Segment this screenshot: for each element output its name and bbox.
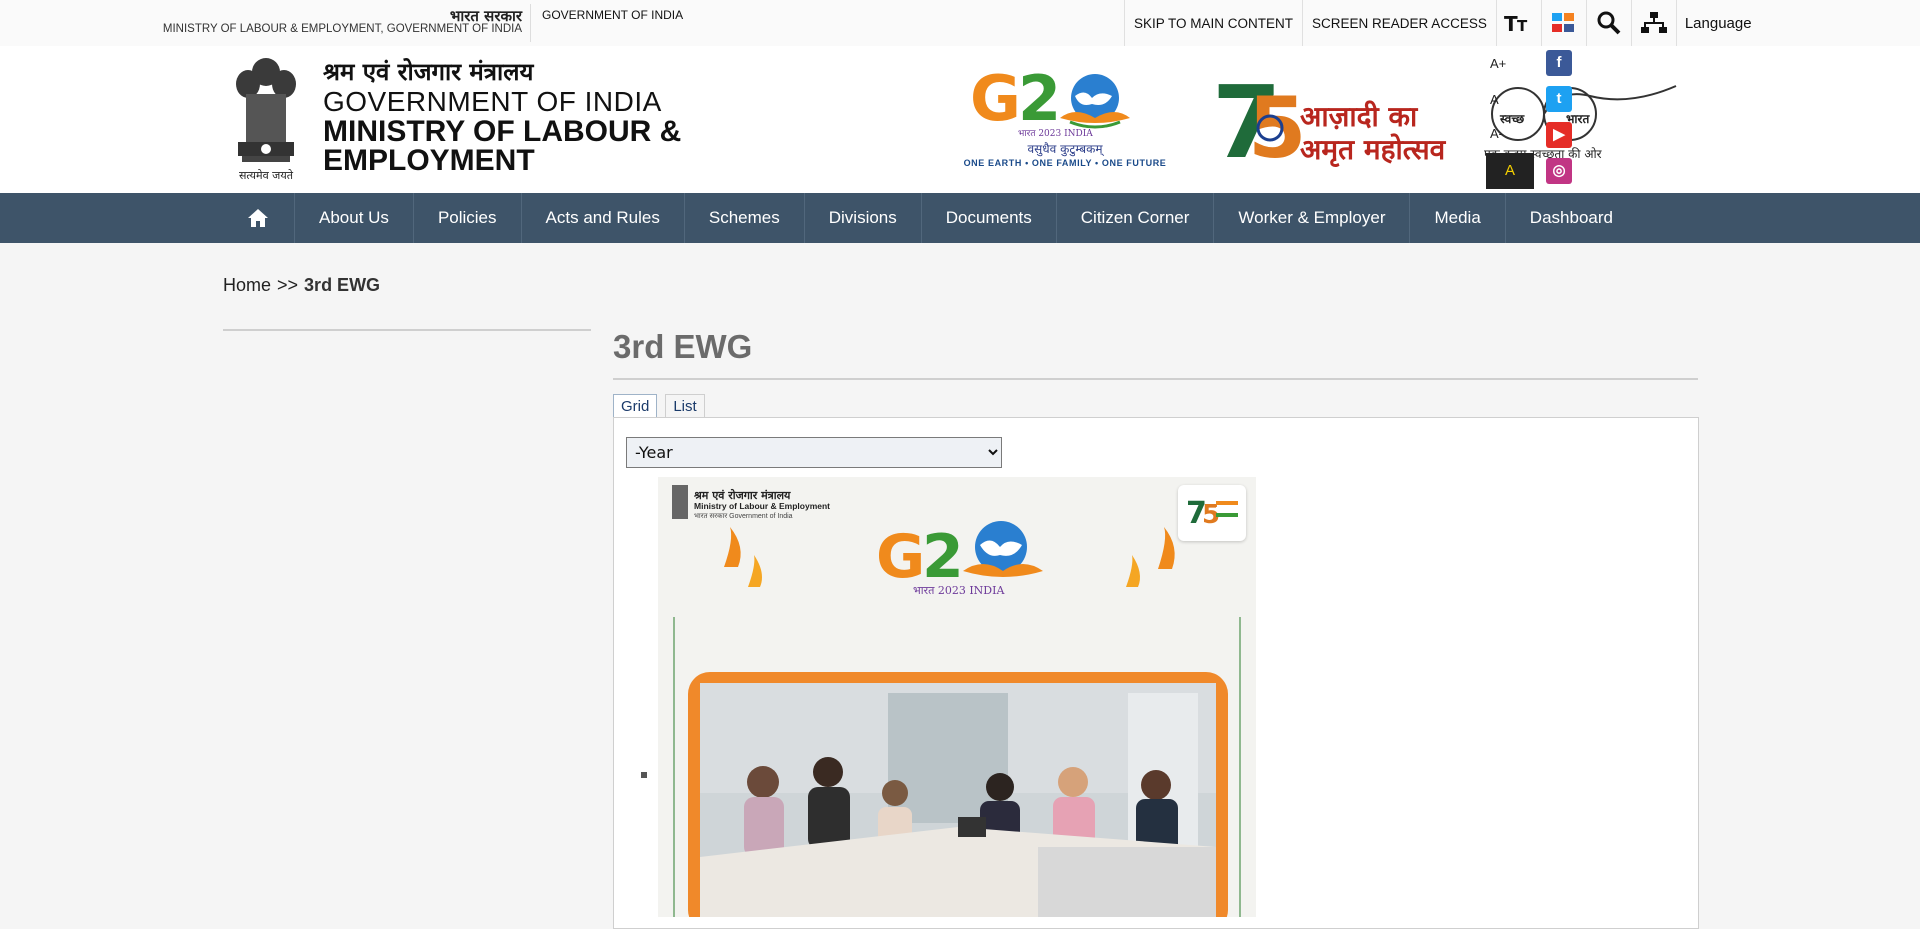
screen-reader-access-link[interactable]: SCREEN READER ACCESS xyxy=(1302,0,1496,46)
nav-item-documents[interactable]: Documents xyxy=(922,193,1057,243)
youtube-icon[interactable]: ▶ xyxy=(1546,122,1572,148)
svg-text:2: 2 xyxy=(922,522,964,592)
photo-artwork: G 2 xyxy=(658,477,1256,917)
nav-menu: About Us Policies Acts and Rules Schemes… xyxy=(222,193,1637,243)
breadcrumb-current: 3rd EWG xyxy=(304,275,381,295)
search-icon[interactable] xyxy=(1585,0,1631,46)
emblem-caption: सत्यमेव जयते xyxy=(238,169,293,182)
nav-item-policies[interactable]: Policies xyxy=(414,193,522,243)
language-selector[interactable]: Language xyxy=(1675,0,1760,46)
nav-item-media[interactable]: Media xyxy=(1410,193,1506,243)
gallery-photo[interactable]: G 2 श्रम एवं रोजगार मंत्रालय Ministry of… xyxy=(658,477,1256,917)
nav-item-worker-employer[interactable]: Worker & Employer xyxy=(1214,193,1411,243)
top-utility-bar: भारत सरकार MINISTRY OF LABOUR & EMPLOYME… xyxy=(0,0,1920,47)
photo-azadi-logo: 7 5 xyxy=(1178,485,1246,541)
azadi-text: आज़ादी का अमृत महोत्सव xyxy=(1300,100,1445,166)
text-size-icon[interactable]: T T xyxy=(1495,0,1541,46)
nav-item-acts-and-rules[interactable]: Acts and Rules xyxy=(522,193,685,243)
government-of-india-link[interactable]: GOVERNMENT OF INDIA xyxy=(542,8,683,22)
svg-text:T: T xyxy=(1517,17,1528,35)
breadcrumb-home-link[interactable]: Home xyxy=(223,275,271,296)
list-bullet xyxy=(641,772,647,778)
government-of-india-title: GOVERNMENT OF INDIA xyxy=(323,86,662,117)
photo-ministry-english: Ministry of Labour & Employment xyxy=(694,501,831,511)
home-icon[interactable] xyxy=(222,193,295,243)
font-decrease-button[interactable]: A- xyxy=(1490,126,1503,141)
g20-motto: वसुधैव कुटुम्बकम् xyxy=(1027,142,1103,156)
svg-text:G: G xyxy=(970,62,1021,135)
twitter-icon[interactable]: t xyxy=(1546,86,1572,112)
nav-item-citizen-corner[interactable]: Citizen Corner xyxy=(1057,193,1215,243)
azadi-text-line1: आज़ादी का xyxy=(1300,100,1418,133)
svg-text:2: 2 xyxy=(1018,62,1061,135)
azadi-text-line2: अमृत महोत्सव xyxy=(1300,133,1446,166)
svg-text:भारत 2023 INDIA: भारत 2023 INDIA xyxy=(1018,129,1093,139)
ministry-hindi-title: श्रम एवं रोजगार मंत्रालय xyxy=(323,58,534,86)
utility-links: SKIP TO MAIN CONTENT SCREEN READER ACCES… xyxy=(1124,0,1760,46)
tab-grid[interactable]: Grid xyxy=(613,394,658,418)
font-increase-button[interactable]: A+ xyxy=(1490,56,1506,71)
g20-tagline: ONE EARTH • ONE FAMILY • ONE FUTURE xyxy=(963,158,1167,168)
photo-government: भारत सरकार Government of India xyxy=(694,513,793,520)
font-normal-button[interactable]: A xyxy=(1490,92,1499,107)
svg-text:T: T xyxy=(1504,12,1518,35)
facebook-icon[interactable]: f xyxy=(1546,50,1572,76)
ministry-english-label: MINISTRY OF LABOUR & EMPLOYMENT, GOVERNM… xyxy=(162,23,522,35)
instagram-icon[interactable]: ◎ xyxy=(1546,158,1572,184)
high-contrast-button[interactable]: A xyxy=(1486,153,1534,189)
divider xyxy=(530,4,531,42)
page-title: 3rd EWG xyxy=(613,328,753,365)
sitemap-icon[interactable] xyxy=(1630,0,1676,46)
social-media-icon[interactable] xyxy=(1540,0,1586,46)
swachh-word: स्वच्छ xyxy=(1500,112,1525,126)
sidebar-divider xyxy=(223,329,591,331)
photo-g20-india-label: भारत 2023 INDIA xyxy=(913,584,1005,597)
title-divider xyxy=(613,378,1698,380)
tab-list[interactable]: List xyxy=(665,394,705,418)
year-select[interactable]: -Year xyxy=(626,437,1002,468)
nav-item-schemes[interactable]: Schemes xyxy=(685,193,805,243)
main-navigation: About Us Policies Acts and Rules Schemes… xyxy=(0,193,1920,243)
svg-text:G: G xyxy=(876,522,925,592)
breadcrumb-separator: >> xyxy=(277,275,299,295)
nav-item-about-us[interactable]: About Us xyxy=(295,193,414,243)
breadcrumb: Home >> 3rd EWG xyxy=(223,275,380,296)
skip-to-main-content-link[interactable]: SKIP TO MAIN CONTENT xyxy=(1124,0,1302,46)
nav-item-dashboard[interactable]: Dashboard xyxy=(1506,193,1637,243)
national-emblem-icon xyxy=(236,58,296,162)
ministry-title-line2: EMPLOYMENT xyxy=(323,144,535,177)
nav-item-divisions[interactable]: Divisions xyxy=(805,193,922,243)
view-tabs: Grid List xyxy=(613,394,705,418)
